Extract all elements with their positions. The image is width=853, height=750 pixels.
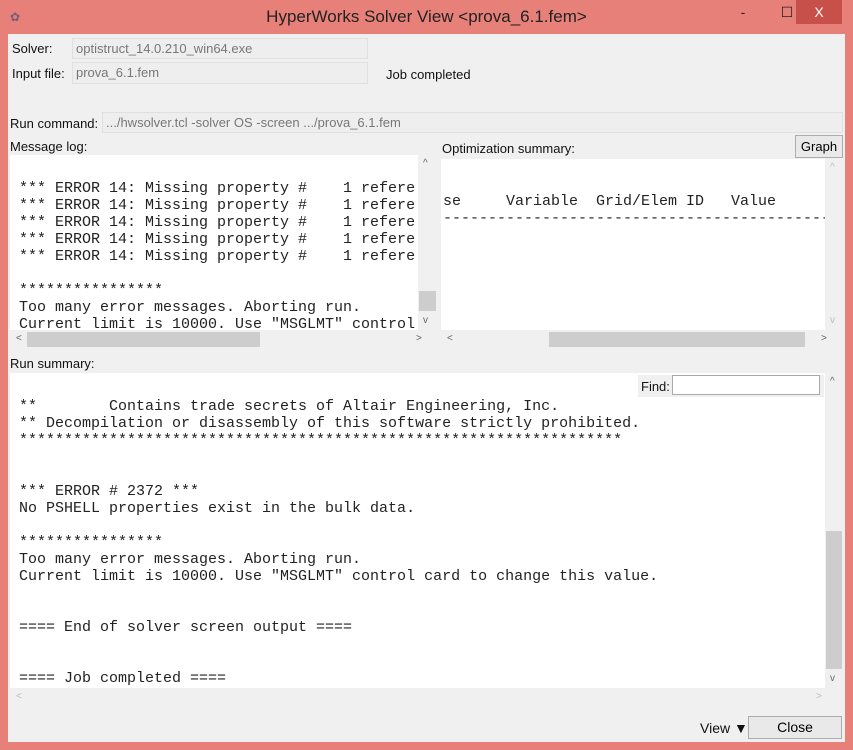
run-summary-text: ** Contains trade secrets of Altair Engi… [19, 398, 659, 687]
input-file-field[interactable]: prova_6.1.fem [72, 62, 368, 84]
scroll-down-icon[interactable]: v [423, 315, 428, 326]
scroll-down-icon[interactable]: v [830, 673, 835, 684]
message-log-hscrollbar[interactable]: < > [10, 331, 437, 348]
minimize-button[interactable]: - [728, 4, 758, 28]
run-summary-label: Run summary: [10, 356, 95, 371]
scroll-left-icon[interactable]: < [16, 691, 22, 702]
run-summary-hscrollbar[interactable]: < > [10, 689, 843, 706]
optimization-summary-panel[interactable]: se Variable Grid/Elem ID Value ----------… [441, 159, 825, 330]
message-log-panel[interactable]: *** ERROR 14: Missing property # 1 refer… [10, 155, 418, 330]
optimization-summary-text: se Variable Grid/Elem ID Value ----------… [443, 193, 825, 227]
scroll-up-icon[interactable]: ^ [830, 376, 835, 387]
find-label: Find: [641, 379, 670, 394]
close-window-button[interactable]: X [796, 0, 842, 24]
scroll-right-icon[interactable]: > [821, 333, 827, 344]
view-menu[interactable]: View ▼ [700, 720, 748, 736]
title-bar: ✿ HyperWorks Solver View <prova_6.1.fem>… [0, 0, 853, 34]
scroll-right-icon[interactable]: > [816, 691, 822, 702]
scroll-right-icon[interactable]: > [416, 333, 422, 344]
solver-view-window: ✿ HyperWorks Solver View <prova_6.1.fem>… [0, 0, 853, 750]
solver-label: Solver: [12, 41, 53, 56]
close-button[interactable]: Close [748, 716, 842, 739]
optimization-vscrollbar[interactable]: ^ v [825, 159, 843, 330]
optimization-summary-label: Optimization summary: [442, 141, 575, 156]
optimization-hscrollbar[interactable]: < > [441, 331, 843, 348]
scroll-left-icon[interactable]: < [447, 333, 453, 344]
find-bar: Find: [638, 375, 824, 397]
scroll-thumb[interactable] [27, 332, 260, 347]
message-log-vscrollbar[interactable]: ^ v [418, 155, 437, 330]
scroll-up-icon[interactable]: ^ [423, 158, 428, 169]
run-command-label: Run command: [10, 116, 99, 131]
message-log-label: Message log: [10, 139, 88, 154]
message-log-text: *** ERROR 14: Missing property # 1 refer… [19, 180, 416, 330]
scroll-up-icon[interactable]: ^ [830, 162, 835, 173]
solver-field[interactable]: optistruct_14.0.210_win64.exe [72, 38, 368, 59]
window-title: HyperWorks Solver View <prova_6.1.fem> [266, 7, 587, 26]
scroll-thumb[interactable] [826, 531, 842, 669]
graph-button[interactable]: Graph [795, 135, 843, 158]
input-file-label: Input file: [12, 66, 65, 81]
scroll-left-icon[interactable]: < [16, 333, 22, 344]
job-status: Job completed [386, 67, 471, 82]
dialog-content: Solver: optistruct_14.0.210_win64.exe In… [8, 34, 845, 742]
scroll-thumb[interactable] [549, 332, 805, 347]
run-summary-vscrollbar[interactable]: ^ v [825, 373, 843, 688]
run-summary-panel[interactable]: ** Contains trade secrets of Altair Engi… [10, 373, 825, 688]
find-input[interactable] [672, 375, 820, 395]
scroll-down-icon[interactable]: v [830, 315, 835, 326]
scroll-thumb[interactable] [419, 291, 436, 311]
run-command-field[interactable]: .../hwsolver.tcl -solver OS -screen .../… [102, 112, 843, 133]
